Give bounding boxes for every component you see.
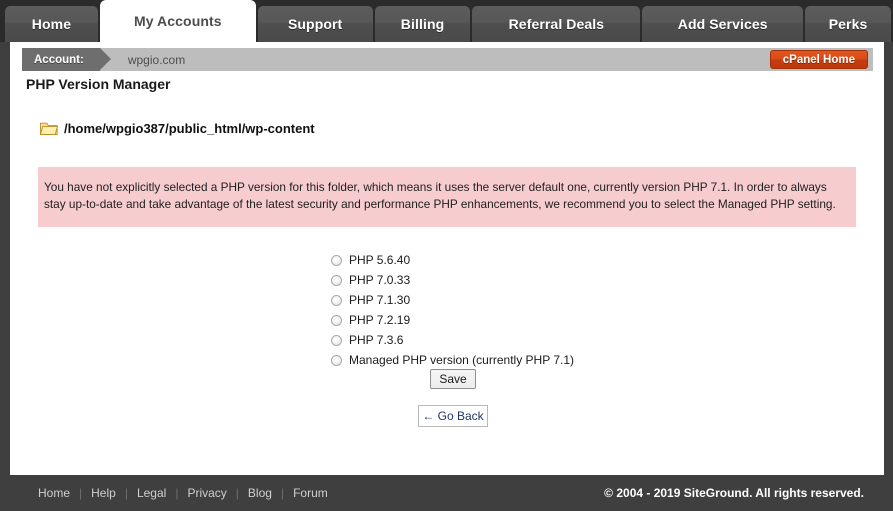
footer-link-blog[interactable]: Blog xyxy=(248,486,272,500)
php-version-row[interactable]: PHP 7.1.30 xyxy=(331,290,574,310)
page-footer: Home | Help | Legal | Privacy | Blog | Forum © 200… xyxy=(10,475,884,511)
footer-link-forum[interactable]: Forum xyxy=(293,486,328,500)
radio-button-icon[interactable] xyxy=(331,274,342,286)
account-label-chip: Account: xyxy=(22,48,111,71)
nav-tab-my-accounts[interactable]: My Accounts xyxy=(99,0,256,42)
php-version-label[interactable]: PHP 7.3.6 xyxy=(349,333,403,347)
nav-tab-perks[interactable]: Perks xyxy=(805,6,892,42)
radio-button-icon[interactable] xyxy=(331,334,342,346)
account-label: Account: xyxy=(34,53,84,66)
save-button[interactable]: Save xyxy=(430,369,476,389)
radio-button-icon[interactable] xyxy=(331,254,342,266)
footer-link-help[interactable]: Help xyxy=(91,486,116,500)
footer-link-legal[interactable]: Legal xyxy=(137,486,166,500)
folder-path-row: /home/wpgio387/public_html/wp-content xyxy=(40,121,315,136)
php-version-label[interactable]: PHP 7.2.19 xyxy=(349,313,410,327)
footer-separator: | xyxy=(124,486,128,500)
nav-tab-referral-deals[interactable]: Referral Deals xyxy=(472,6,641,42)
php-version-label[interactable]: Managed PHP version (currently PHP 7.1) xyxy=(349,353,574,367)
radio-button-icon[interactable] xyxy=(331,354,342,366)
footer-separator: | xyxy=(235,486,239,500)
account-bar: Account: wpgio.com cPanel Home xyxy=(22,48,873,71)
footer-link-home[interactable]: Home xyxy=(38,486,70,500)
main-navigation-tabs: Home My Accounts Support Billing Referral De… xyxy=(0,0,893,42)
cpanel-home-button[interactable]: cPanel Home xyxy=(769,50,868,69)
footer-copyright: © 2004 - 2019 SiteGround. All rights res… xyxy=(604,486,864,500)
footer-link-privacy[interactable]: Privacy xyxy=(187,486,226,500)
nav-tab-add-services[interactable]: Add Services xyxy=(642,6,804,42)
php-version-notice: You have not explicitly selected a PHP v… xyxy=(38,167,856,227)
nav-tab-home[interactable]: Home xyxy=(5,6,98,42)
page-title: PHP Version Manager xyxy=(26,76,171,92)
radio-button-icon[interactable] xyxy=(331,294,342,306)
account-domain: wpgio.com xyxy=(127,52,186,67)
footer-separator: | xyxy=(280,486,285,500)
php-version-row[interactable]: PHP 7.3.6 xyxy=(331,330,574,350)
footer-separator: | xyxy=(79,486,83,500)
footer-separator: | xyxy=(175,486,179,500)
php-version-options: PHP 5.6.40 PHP 7.0.33 PHP 7.1.30 PHP 7.2.19… xyxy=(331,250,574,370)
radio-button-icon[interactable] xyxy=(331,314,342,326)
footer-links: Home | Help | Legal | Privacy | Blog | Forum xyxy=(38,486,328,500)
go-back-button[interactable]: ← Go Back xyxy=(418,405,488,427)
php-version-row[interactable]: Managed PHP version (currently PHP 7.1) xyxy=(331,350,574,370)
php-version-row[interactable]: PHP 7.0.33 xyxy=(331,270,574,290)
php-version-label[interactable]: PHP 7.0.33 xyxy=(349,273,410,287)
nav-tab-support[interactable]: Support xyxy=(257,6,373,42)
folder-icon xyxy=(40,122,58,136)
php-version-label[interactable]: PHP 7.1.30 xyxy=(349,293,410,307)
php-version-row[interactable]: PHP 7.2.19 xyxy=(331,310,574,330)
nav-tab-billing[interactable]: Billing xyxy=(374,6,471,42)
folder-path-text: /home/wpgio387/public_html/wp-content xyxy=(64,121,315,136)
php-version-row[interactable]: PHP 5.6.40 xyxy=(331,250,574,270)
php-version-label[interactable]: PHP 5.6.40 xyxy=(349,253,410,267)
